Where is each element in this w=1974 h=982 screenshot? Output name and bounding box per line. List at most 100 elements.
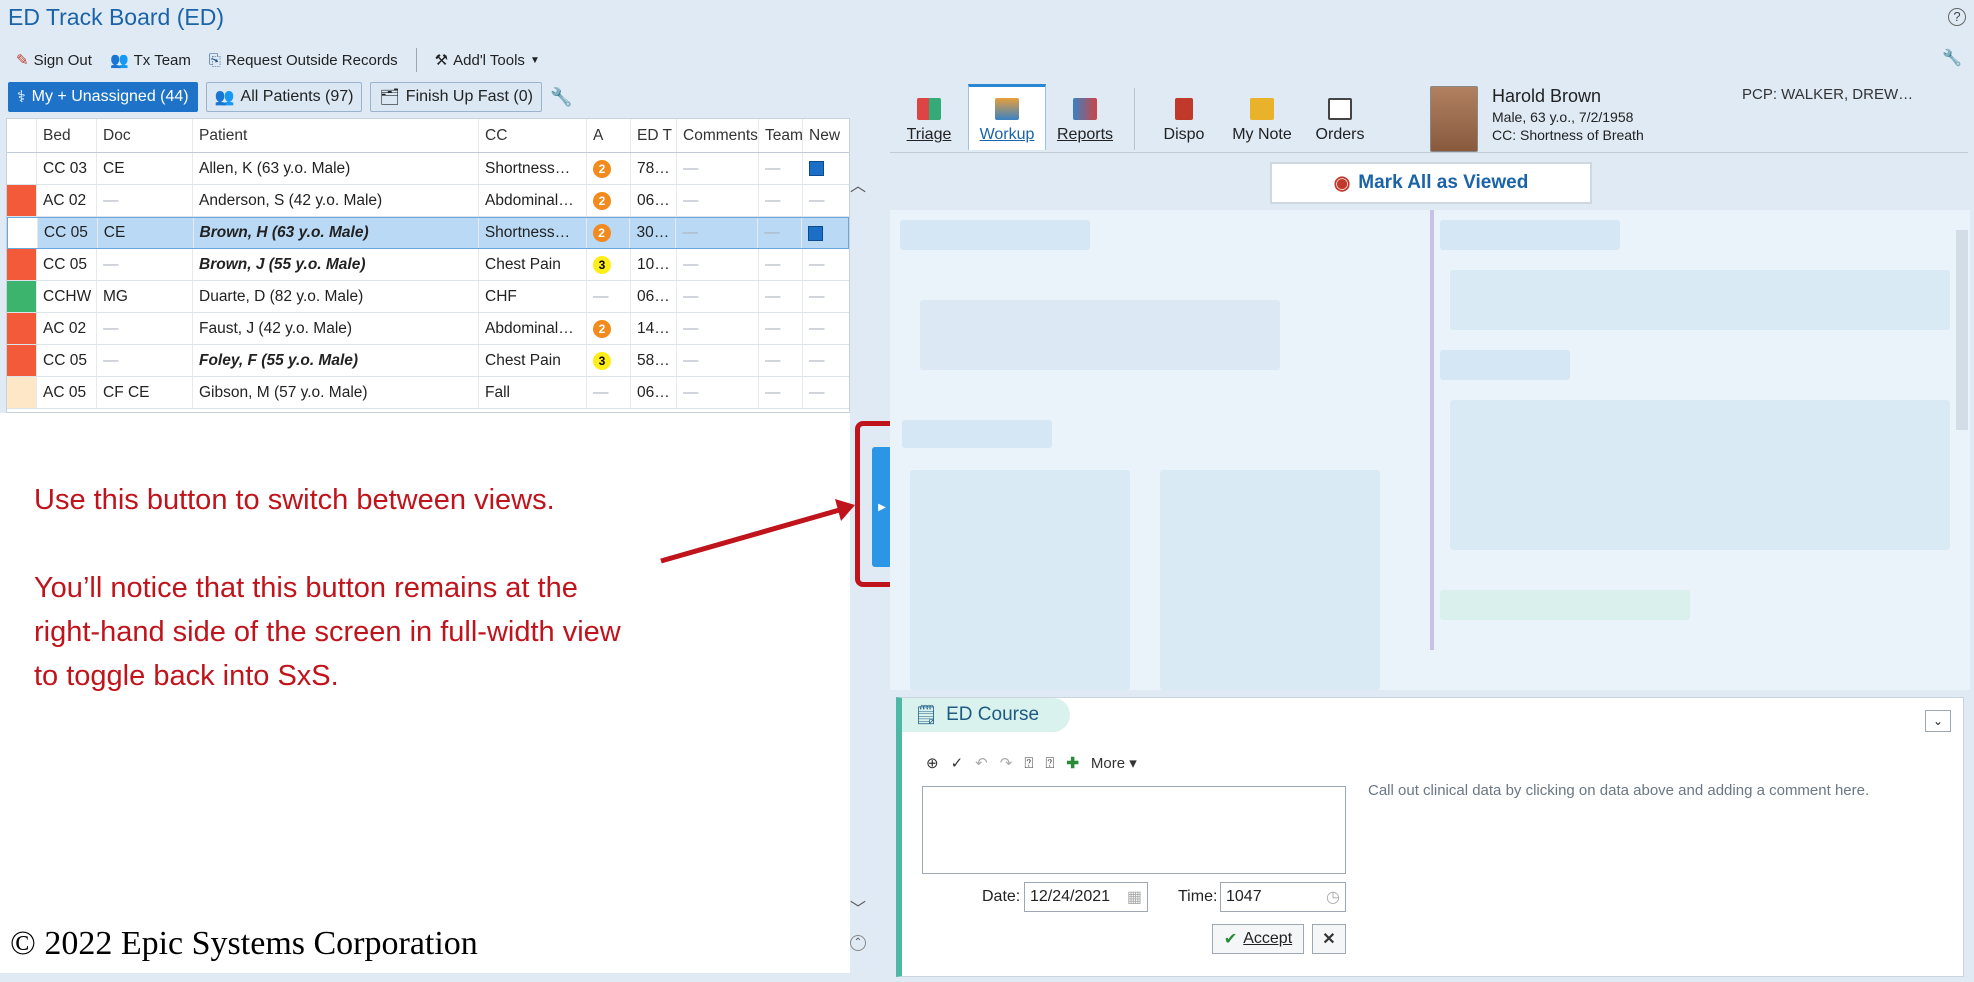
cell-doc: MG bbox=[97, 281, 193, 312]
table-row[interactable]: AC 05 CF CE Gibson, M (57 y.o. Male) Fall —0… bbox=[7, 377, 849, 409]
col-cc[interactable]: CC bbox=[479, 119, 587, 152]
request-outside-records-button[interactable]: ⎘ Request Outside Records bbox=[209, 52, 398, 69]
sign-out-button[interactable]: ✎ Sign Out bbox=[16, 51, 92, 70]
table-row[interactable]: CCHW MG Duarte, D (82 y.o. Male) CHF —06… — — — bbox=[7, 281, 849, 313]
cell-cc: Abdominal… bbox=[479, 185, 587, 216]
annotation-arrow bbox=[660, 499, 855, 564]
expand-arrow-icon: ▶ bbox=[878, 501, 886, 513]
spellcheck-icon[interactable]: ✓ bbox=[951, 754, 964, 772]
time-field[interactable]: 1047 ◷ bbox=[1220, 882, 1346, 912]
table-row[interactable]: CC 03 CE Allen, K (63 y.o. Male) Shortness…… bbox=[7, 153, 849, 185]
col-bed[interactable]: Bed bbox=[37, 119, 97, 152]
cell-patient: Brown, H (63 y.o. Male) bbox=[194, 218, 479, 248]
panel-scrollbar[interactable] bbox=[1956, 230, 1968, 430]
redo-icon[interactable]: ↷ bbox=[1000, 754, 1013, 772]
page-title: ED Track Board (ED) bbox=[8, 4, 224, 30]
team-icon: 👥 bbox=[109, 52, 129, 69]
cell-cc: Chest Pain bbox=[479, 249, 587, 280]
tab-triage[interactable]: Triage bbox=[890, 84, 968, 150]
tab-workup[interactable]: Workup bbox=[968, 84, 1046, 150]
ed-course-textarea[interactable] bbox=[922, 786, 1346, 874]
row-flag bbox=[7, 313, 37, 344]
row-flag bbox=[7, 377, 37, 408]
smarttext-icon[interactable]: ⍰ bbox=[1024, 755, 1033, 772]
cell-empty: — bbox=[759, 345, 803, 376]
col-comments[interactable]: Comments bbox=[677, 119, 759, 152]
mark-all-viewed-button[interactable]: ◉ Mark All as Viewed bbox=[1270, 162, 1592, 204]
addl-tools-button[interactable]: ⚒ Add'l Tools ▼ bbox=[435, 51, 540, 70]
add-icon[interactable]: ✚ bbox=[1066, 754, 1079, 772]
cell-bed: AC 02 bbox=[37, 185, 97, 216]
records-icon: ⎘ bbox=[208, 51, 221, 69]
cell-new: — bbox=[809, 383, 825, 401]
smartlink-icon[interactable]: ⍰ bbox=[1045, 755, 1054, 772]
col-doc[interactable]: Doc bbox=[97, 119, 193, 152]
tab-finish-up-fast[interactable]: 🗂 Finish Up Fast (0) bbox=[370, 82, 542, 112]
zoom-icon[interactable]: ⊕ bbox=[926, 754, 939, 772]
user-icon: ⚕ bbox=[17, 89, 26, 106]
folder-icon: 🗂 bbox=[379, 89, 400, 106]
tab-orders[interactable]: Orders bbox=[1301, 84, 1379, 150]
help-icon[interactable]: ? bbox=[1948, 8, 1966, 26]
cell-new: — bbox=[809, 351, 825, 369]
tab-dispo[interactable]: Dispo bbox=[1145, 84, 1223, 150]
collapse-chevron-icon[interactable]: ⌄ bbox=[1925, 710, 1951, 732]
cell-empty: — bbox=[759, 313, 803, 344]
new-result-icon[interactable] bbox=[809, 161, 824, 176]
tab-all-patients[interactable]: 👥 All Patients (97) bbox=[205, 82, 363, 112]
col-ed-time[interactable]: ED T bbox=[631, 119, 677, 152]
date-field[interactable]: 12/24/2021 ▦ bbox=[1024, 882, 1148, 912]
clock-icon[interactable]: ◷ bbox=[1326, 887, 1340, 907]
eye-check-icon: ◉ bbox=[1333, 172, 1351, 194]
calendar-icon[interactable]: ▦ bbox=[1127, 887, 1142, 907]
col-acuity[interactable]: A bbox=[587, 119, 631, 152]
patient-list-tabs: ⚕ My + Unassigned (44) 👥 All Patients (97)… bbox=[8, 82, 572, 112]
tab-reports[interactable]: Reports bbox=[1046, 84, 1124, 150]
col-new[interactable]: New bbox=[803, 119, 849, 152]
table-row[interactable]: CC 05— Brown, J (55 y.o. Male) Chest Pain 3… bbox=[7, 249, 849, 281]
left-toolbar: ✎ Sign Out 👥 Tx Team ⎘ Request Outside Reco… bbox=[16, 48, 540, 72]
view-toggle-button[interactable]: ▶ bbox=[872, 447, 892, 567]
cell-empty: — bbox=[677, 153, 759, 184]
cell-patient: Allen, K (63 y.o. Male) bbox=[193, 153, 479, 184]
col-team[interactable]: Team bbox=[759, 119, 803, 152]
scroll-down-icon[interactable]: ﹀ bbox=[850, 895, 866, 919]
accept-button[interactable]: ✔ Accept bbox=[1212, 924, 1304, 954]
tx-team-button[interactable]: 👥 Tx Team bbox=[109, 51, 191, 70]
sign-out-icon: ✎ bbox=[16, 52, 29, 69]
cell-acuity: — bbox=[587, 377, 631, 408]
cell-cc: Chest Pain bbox=[479, 345, 587, 376]
col-patient[interactable]: Patient bbox=[193, 119, 479, 152]
table-row[interactable]: AC 02— Anderson, S (42 y.o. Male) Abdomina… bbox=[7, 185, 849, 217]
copyright-text: © 2022 Epic Systems Corporation bbox=[10, 925, 478, 962]
tab-my-note[interactable]: My Note bbox=[1223, 84, 1301, 150]
wrench-icon[interactable]: 🔧 bbox=[1942, 48, 1962, 68]
wrench-icon[interactable]: 🔧 bbox=[550, 87, 572, 108]
cell-patient: Faust, J (42 y.o. Male) bbox=[193, 313, 479, 344]
annotation-line-3: right-hand side of the screen in full-wi… bbox=[34, 616, 621, 648]
cell-new bbox=[803, 153, 849, 184]
cell-acuity: 2 bbox=[587, 153, 631, 184]
door-icon bbox=[1175, 98, 1193, 120]
cell-empty: — bbox=[677, 377, 759, 408]
ed-course-header: 🗒 ED Course bbox=[902, 698, 1070, 732]
header-flag bbox=[7, 119, 37, 152]
cell-doc: CE bbox=[98, 218, 194, 248]
acuity-badge: 2 bbox=[593, 191, 611, 210]
new-result-icon[interactable] bbox=[808, 225, 824, 241]
cell-cc: Shortness… bbox=[479, 153, 587, 184]
table-row[interactable]: CC 05 CE Brown, H (63 y.o. Male) Shortness…… bbox=[7, 217, 849, 249]
scroll-up-icon[interactable]: ︿ bbox=[850, 172, 866, 196]
header-divider bbox=[890, 152, 1968, 153]
table-row[interactable]: CC 05— Foley, F (55 y.o. Male) Chest Pain 3… bbox=[7, 345, 849, 377]
ed-course-toolbar: ⊕ ✓ ↶ ↷ ⍰ ⍰ ✚ More ▾ bbox=[926, 754, 1137, 773]
undo-icon[interactable]: ↶ bbox=[975, 754, 988, 772]
collapse-icon[interactable]: ⌃ bbox=[850, 935, 866, 951]
more-button[interactable]: More ▾ bbox=[1091, 754, 1137, 772]
cell-patient: Foley, F (55 y.o. Male) bbox=[193, 345, 479, 376]
cancel-button[interactable]: ✕ bbox=[1312, 924, 1346, 954]
cell-cc: Fall bbox=[479, 377, 587, 408]
time-label: Time: bbox=[1178, 888, 1218, 905]
table-row[interactable]: AC 02— Faust, J (42 y.o. Male) Abdominal… 2… bbox=[7, 313, 849, 345]
tab-my-unassigned[interactable]: ⚕ My + Unassigned (44) bbox=[8, 82, 198, 112]
